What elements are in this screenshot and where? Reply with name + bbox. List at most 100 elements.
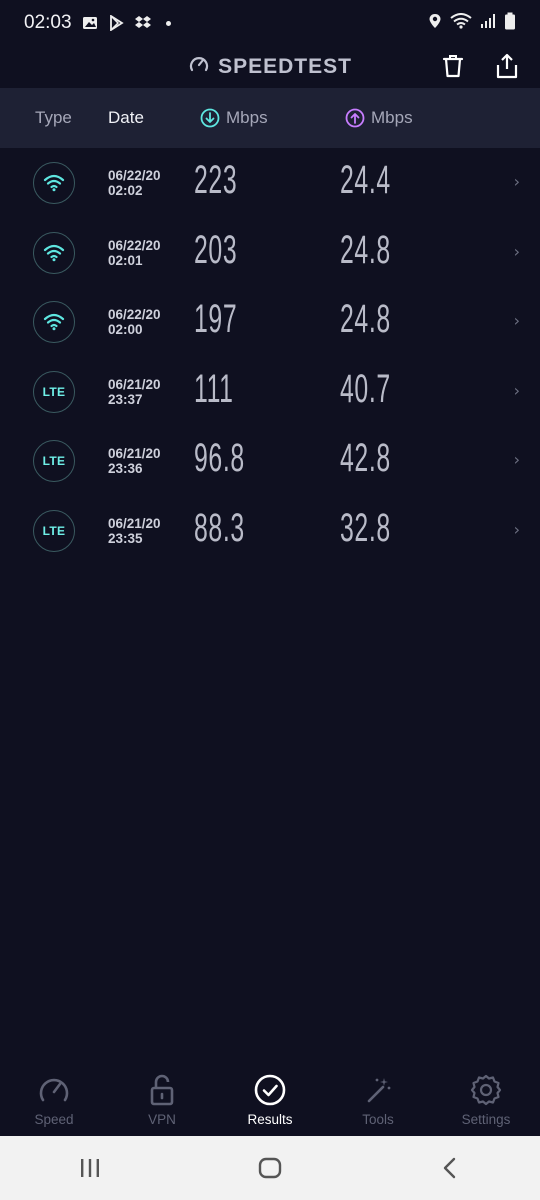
result-date: 06/22/20	[108, 237, 161, 253]
wifi-icon	[33, 301, 75, 343]
result-row[interactable]: 06/22/20 02:00 197 24.8 ›	[0, 287, 540, 357]
share-icon	[496, 53, 518, 79]
header-upload[interactable]: Mbps	[345, 108, 413, 128]
bottom-nav: Speed VPN Results Tools Settings	[0, 1062, 540, 1136]
wifi-status-icon	[450, 13, 472, 33]
results-table-header: Type Date Mbps Mbps	[0, 88, 540, 148]
result-datetime: 06/21/20 23:36	[108, 446, 161, 476]
result-row[interactable]: LTE 06/21/20 23:37 111 40.7 ›	[0, 357, 540, 427]
result-date: 06/22/20	[108, 168, 161, 183]
nav-tools-label: Tools	[362, 1111, 394, 1127]
header-date[interactable]: Date	[108, 108, 144, 128]
result-upload: 40.7	[340, 366, 391, 411]
nav-speed-label: Speed	[34, 1111, 74, 1127]
status-time: 02:03	[24, 12, 72, 33]
header-download[interactable]: Mbps	[200, 108, 268, 128]
result-upload: 24.4	[340, 158, 391, 202]
system-nav-bar	[0, 1136, 540, 1200]
result-download: 197	[194, 297, 238, 341]
home-icon	[258, 1157, 282, 1179]
lte-label: LTE	[42, 523, 66, 538]
signal-icon	[480, 13, 496, 33]
result-upload: 24.8	[340, 297, 391, 341]
back-icon	[443, 1157, 456, 1179]
back-button[interactable]	[420, 1148, 480, 1188]
magic-wand-icon	[360, 1072, 396, 1108]
result-date: 06/21/20	[108, 376, 161, 392]
nav-settings[interactable]: Settings	[432, 1072, 540, 1127]
result-time: 23:37	[108, 391, 143, 407]
wifi-icon	[33, 162, 75, 204]
dropbox-icon	[134, 15, 151, 31]
location-icon	[428, 13, 442, 33]
result-row[interactable]: 06/22/20 02:02 223 24.4 ›	[0, 148, 540, 218]
wifi-icon	[33, 231, 75, 274]
nav-settings-label: Settings	[461, 1111, 511, 1127]
result-date: 06/21/20	[108, 446, 161, 461]
recent-apps-icon	[81, 1159, 99, 1177]
download-icon	[200, 108, 220, 128]
result-upload: 32.8	[340, 505, 391, 550]
chevron-right-icon: ›	[513, 380, 520, 400]
result-time: 23:36	[108, 461, 143, 476]
result-datetime: 06/21/20 23:35	[108, 516, 161, 546]
app-bar: SPEEDTEST	[0, 46, 540, 88]
result-download: 203	[194, 227, 238, 272]
chevron-right-icon: ›	[513, 172, 520, 191]
speedometer-icon	[36, 1072, 72, 1108]
result-download: 111	[194, 366, 234, 411]
result-time: 02:00	[108, 322, 143, 337]
result-time: 02:01	[108, 252, 143, 268]
nav-vpn[interactable]: VPN	[108, 1072, 216, 1127]
result-download: 88.3	[194, 505, 245, 550]
result-date: 06/21/20	[108, 515, 161, 531]
result-download: 96.8	[194, 436, 245, 480]
lte-icon: LTE	[33, 509, 75, 552]
nav-results[interactable]: Results	[216, 1072, 324, 1127]
recent-apps-button[interactable]	[60, 1148, 120, 1188]
chevron-right-icon: ›	[513, 450, 520, 469]
app-title: SPEEDTEST	[188, 53, 352, 81]
lte-icon: LTE	[33, 370, 75, 413]
unlock-icon	[144, 1072, 180, 1108]
nav-tools[interactable]: Tools	[324, 1072, 432, 1127]
result-datetime: 06/22/20 02:02	[108, 168, 161, 198]
result-time: 23:35	[108, 530, 143, 546]
result-row[interactable]: 06/22/20 02:01 203 24.8 ›	[0, 218, 540, 288]
lte-icon: LTE	[33, 440, 75, 482]
result-datetime: 06/21/20 23:37	[108, 377, 161, 407]
result-row[interactable]: LTE 06/21/20 23:35 88.3 32.8 ›	[0, 496, 540, 566]
notification-dot-icon	[165, 20, 171, 26]
results-list: 06/22/20 02:02 223 24.4 › 06/22/20 02:01…	[0, 148, 540, 565]
home-button[interactable]	[240, 1148, 300, 1188]
play-store-icon	[108, 14, 124, 32]
delete-button[interactable]	[440, 52, 466, 80]
speedometer-icon	[188, 53, 210, 81]
result-upload: 42.8	[340, 436, 391, 480]
chevron-right-icon: ›	[513, 519, 520, 539]
result-row[interactable]: LTE 06/21/20 23:36 96.8 42.8 ›	[0, 426, 540, 496]
gallery-icon	[82, 15, 98, 31]
header-upload-label: Mbps	[371, 108, 413, 127]
result-upload: 24.8	[340, 227, 391, 272]
share-button[interactable]	[494, 52, 520, 80]
status-bar: 02:03	[0, 0, 540, 46]
lte-label: LTE	[42, 384, 66, 399]
chevron-right-icon: ›	[513, 241, 520, 261]
app-title-text: SPEEDTEST	[218, 55, 352, 78]
battery-icon	[504, 12, 516, 34]
result-time: 02:02	[108, 183, 143, 198]
nav-speed[interactable]: Speed	[0, 1072, 108, 1127]
upload-icon	[345, 108, 365, 128]
result-date: 06/22/20	[108, 307, 161, 322]
header-type[interactable]: Type	[35, 108, 72, 128]
lte-label: LTE	[42, 454, 66, 468]
nav-vpn-label: VPN	[148, 1111, 176, 1127]
nav-results-label: Results	[247, 1111, 293, 1127]
check-circle-icon	[252, 1072, 288, 1108]
result-download: 223	[194, 158, 238, 202]
result-datetime: 06/22/20 02:01	[108, 238, 161, 268]
gear-icon	[468, 1072, 504, 1108]
header-download-label: Mbps	[226, 108, 268, 127]
chevron-right-icon: ›	[513, 311, 520, 330]
